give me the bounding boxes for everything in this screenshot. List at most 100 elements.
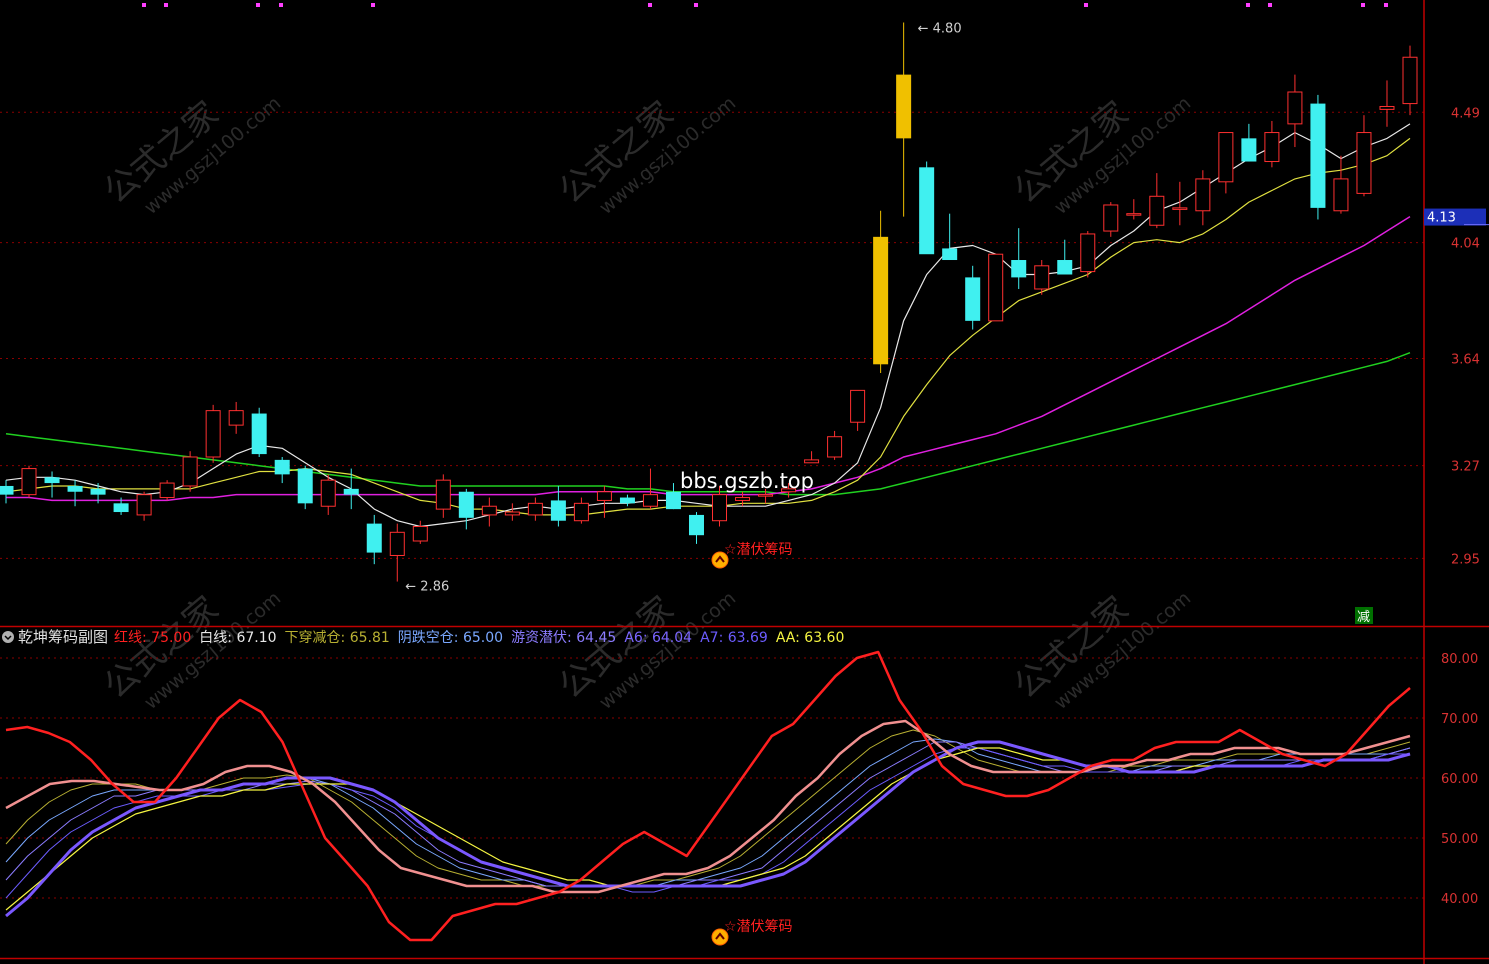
legend-item: 阴跌空仓: 65.00 xyxy=(398,630,503,646)
legend-value: 63.69 xyxy=(728,630,768,646)
top-marker-dot xyxy=(1268,3,1272,7)
candle-body xyxy=(1379,105,1395,110)
indicator-tick-label: 40.00 xyxy=(1441,892,1478,907)
candle-body xyxy=(481,505,497,516)
candle-body xyxy=(343,488,359,495)
top-marker-dot xyxy=(1084,3,1088,7)
top-marker-dot xyxy=(371,3,375,7)
candle-body xyxy=(988,253,1004,322)
top-marker-dot xyxy=(1361,3,1365,7)
candle-body xyxy=(297,468,313,504)
candle-body xyxy=(182,456,198,487)
candle-body xyxy=(1195,178,1211,212)
candle-body xyxy=(942,248,958,261)
legend-item: A7: 63.69 xyxy=(700,630,768,646)
candle-body xyxy=(435,479,451,510)
candle-body xyxy=(665,491,681,510)
candle-body xyxy=(1126,213,1142,216)
candle-body xyxy=(44,477,60,484)
sub-signal-label: ☆潜伏筹码 xyxy=(724,918,793,935)
indicator-tick-label: 50.00 xyxy=(1441,832,1478,847)
candle-body xyxy=(274,459,290,475)
candle-body xyxy=(873,236,889,365)
candle-body xyxy=(896,74,912,139)
candle-body xyxy=(827,436,843,458)
low-price-label: ← 2.86 xyxy=(405,579,449,594)
sub-panel-title: 乾坤筹码副图 xyxy=(18,628,108,646)
high-price-label: ← 4.80 xyxy=(918,21,962,36)
price-tick-label: 4.04 xyxy=(1451,237,1480,252)
price-tick-label: 3.64 xyxy=(1451,353,1480,368)
top-marker-dot xyxy=(648,3,652,7)
candle-body xyxy=(527,502,543,516)
stock-chart: 公式之家www.gszj100.com 公式之家www.gszj100.com 公式… xyxy=(0,0,1489,964)
top-marker-dot xyxy=(256,3,260,7)
candle-body xyxy=(1011,260,1027,278)
legend-label: 白线: xyxy=(199,630,236,646)
collapse-icon xyxy=(2,631,14,643)
price-tick-label: 3.27 xyxy=(1451,460,1480,475)
top-marker-dot xyxy=(694,3,698,7)
legend-value: 65.00 xyxy=(463,630,503,646)
candle-body xyxy=(735,497,751,501)
legend-value: 63.60 xyxy=(804,630,844,646)
legend-value: 65.81 xyxy=(350,630,390,646)
price-tick-label: 2.95 xyxy=(1451,552,1480,567)
candle-body xyxy=(619,497,635,504)
legend-item: 下穿减仓: 65.81 xyxy=(285,630,390,646)
main-signal-label: ☆潜伏筹码 xyxy=(724,541,793,558)
candle-body xyxy=(251,413,267,455)
price-tick-label: 4.49 xyxy=(1451,106,1480,121)
candle-body xyxy=(1034,265,1050,290)
candle-body xyxy=(550,500,566,521)
legend-value: 67.10 xyxy=(236,630,276,646)
candle-body xyxy=(90,488,106,495)
legend-item: 游资潜伏: 64.45 xyxy=(511,630,616,646)
candle-body xyxy=(965,277,981,321)
candle-body xyxy=(1287,91,1303,125)
candle-body xyxy=(228,410,244,426)
legend-label: 阴跌空仓: xyxy=(398,630,463,646)
candle-body xyxy=(1149,195,1165,226)
candle-body xyxy=(366,523,382,553)
candle-body xyxy=(573,502,589,522)
candle-body xyxy=(1057,260,1073,275)
legend-label: A6: xyxy=(624,630,652,646)
site-label[interactable]: bbs.gszb.top xyxy=(680,469,814,493)
candle-body xyxy=(504,511,520,516)
candle-body xyxy=(67,485,83,492)
candle-body xyxy=(1402,56,1418,105)
legend-value: 64.45 xyxy=(576,630,616,646)
candle-body xyxy=(205,410,221,458)
candle-body xyxy=(850,389,866,423)
legend-label: 红线: xyxy=(114,630,151,646)
candle-body xyxy=(712,494,728,522)
candle-body xyxy=(596,491,612,501)
candle-body xyxy=(1172,207,1188,210)
top-marker-dot xyxy=(164,3,168,7)
top-marker-dot xyxy=(279,3,283,7)
indicator-tick-label: 60.00 xyxy=(1441,772,1478,787)
candle-body xyxy=(1103,204,1119,232)
candle-body xyxy=(21,468,37,496)
candle-body xyxy=(1241,138,1257,162)
candle-body xyxy=(159,482,175,499)
indicator-tick-label: 80.00 xyxy=(1441,652,1478,667)
candle-body xyxy=(389,531,405,556)
candle-body xyxy=(136,494,152,516)
legend-label: A7: xyxy=(700,630,728,646)
legend-item: 红线: 75.00 xyxy=(114,630,191,646)
legend-label: 下穿减仓: xyxy=(285,630,350,646)
candle-body xyxy=(1218,132,1234,183)
candle-body xyxy=(113,503,129,513)
legend-value: 64.04 xyxy=(652,630,692,646)
candle-body xyxy=(919,167,935,255)
indicator-tick-label: 70.00 xyxy=(1441,712,1478,727)
current-price-value: 4.13 xyxy=(1427,211,1456,226)
legend-item: A6: 64.04 xyxy=(624,630,692,646)
candle-body xyxy=(1080,233,1096,273)
top-marker-dot xyxy=(142,3,146,7)
legend-label: AA: xyxy=(776,630,804,646)
candle-body xyxy=(688,514,704,536)
top-marker-dot xyxy=(1384,3,1388,7)
